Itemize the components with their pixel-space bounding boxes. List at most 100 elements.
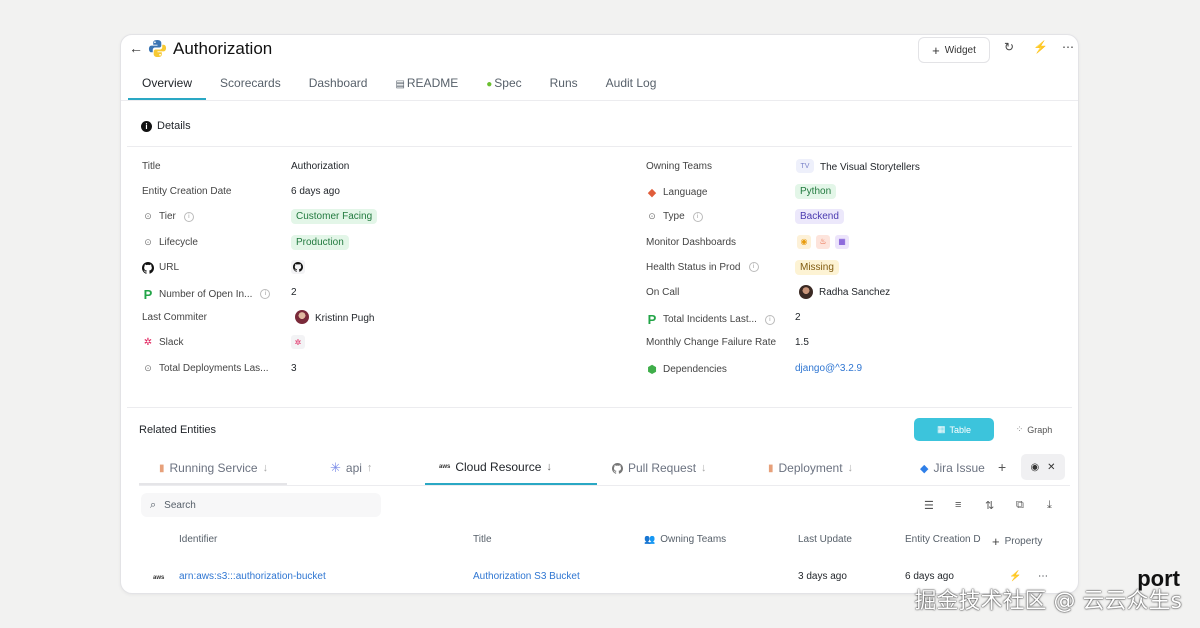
github-icon (142, 261, 154, 274)
property-row: ✲ Slack ✲ (142, 335, 612, 362)
property-value-wrap (291, 259, 305, 274)
tab-deployment[interactable]: ▮ Deployment ↓ (768, 451, 853, 485)
info-tooltip-icon[interactable]: i (764, 314, 775, 325)
prometheus-icon[interactable]: ♨ (816, 234, 830, 249)
info-tooltip-icon[interactable]: i (260, 289, 271, 300)
sort-icon[interactable]: ⇅ (985, 499, 994, 512)
column-header-entity-creation-date[interactable]: Entity Creation D (905, 534, 981, 545)
add-property-button[interactable]: + Property (991, 534, 1043, 549)
tab-runs[interactable]: Runs (536, 72, 592, 100)
back-arrow-icon[interactable]: ← (129, 40, 143, 56)
dependency-link[interactable]: django@^3.2.9 (795, 363, 862, 374)
property-row: URL (142, 259, 612, 287)
property-label: Total Deployments Las... (159, 362, 269, 374)
tab-running-service[interactable]: ▮ Running Service ↓ (159, 451, 268, 485)
eye-off-icon: ◉ (1030, 461, 1040, 473)
avatar (799, 284, 813, 299)
tab-scroll-indicator (139, 483, 287, 485)
add-widget-button[interactable]: + Widget (918, 37, 990, 63)
aws-row-icon: aws (153, 571, 164, 582)
column-header-owning-teams[interactable]: 👥 Owning Teams (644, 534, 726, 545)
slack-link-icon[interactable]: ✲ (291, 335, 305, 350)
copy-icon[interactable]: ⧉ (1016, 499, 1024, 512)
search-placeholder: Search (164, 499, 196, 511)
tab-label: Jira Issue (933, 461, 985, 475)
column-header-title[interactable]: Title (473, 534, 492, 545)
column-header-identifier[interactable]: Identifier (179, 534, 217, 545)
table-view-button[interactable]: ▦ Table (914, 418, 994, 441)
tab-scorecards[interactable]: Scorecards (206, 72, 295, 100)
tab-spec[interactable]: ● Spec (472, 72, 535, 100)
tab-api[interactable]: ✳ api ↑ (330, 451, 372, 485)
column-header-last-update[interactable]: Last Update (798, 534, 852, 545)
property-label: Owning Teams (646, 161, 712, 172)
list-icon[interactable]: ≡ (955, 499, 961, 511)
tab-jira-issue[interactable]: ◆ Jira Issue (920, 451, 985, 485)
lightning-actions-icon[interactable]: ⚡ (1033, 40, 1048, 54)
tab-pull-request[interactable]: Pull Request ↓ (612, 451, 707, 485)
info-tooltip-icon[interactable]: i (692, 211, 703, 222)
tab-cloud-resource[interactable]: aws Cloud Resource ↓ (425, 451, 597, 485)
page-title: Authorization (173, 39, 273, 58)
language-chip: Python (795, 184, 837, 200)
add-widget-label: Widget (944, 44, 976, 56)
arrow-down-icon: ↓ (262, 462, 269, 474)
tab-dashboard[interactable]: Dashboard (295, 72, 382, 100)
aws-icon: aws (439, 464, 451, 470)
document-icon: ▤ (395, 79, 405, 90)
graph-view-button[interactable]: ⁘ Graph (999, 418, 1069, 441)
property-value-wrap: Python (795, 184, 837, 200)
graph-view-label: Graph (1027, 424, 1053, 435)
property-value-wrap: Radha Sanchez (799, 284, 890, 299)
property-value: 6 days ago (291, 186, 340, 198)
property-label: Monthly Change Failure Rate (646, 337, 777, 349)
entity-tabs-divider (139, 485, 1070, 486)
property-label: Entity Creation Date (142, 186, 232, 198)
row-identifier-link[interactable]: arn:aws:s3:::authorization-bucket (179, 571, 326, 582)
tab-audit-log[interactable]: Audit Log (592, 72, 671, 100)
info-tooltip-icon[interactable]: i (748, 262, 759, 273)
row-more-icon[interactable]: ⋯ (1038, 571, 1048, 582)
property-label-wrap: ✲ Slack (142, 337, 184, 348)
more-options-icon[interactable]: ⋯ (1062, 40, 1074, 54)
arrow-down-icon: ↓ (847, 462, 854, 474)
filter-icon[interactable]: ☰ (924, 499, 934, 512)
add-tab-icon[interactable]: + (998, 459, 1006, 475)
search-icon: ⌕ (150, 498, 157, 511)
avatar (295, 310, 309, 325)
info-tooltip-icon[interactable]: i (183, 211, 194, 222)
property-row: Owning Teams TV The Visual Storytellers (646, 159, 1066, 186)
api-icon: ✳ (330, 460, 341, 475)
row-title-link[interactable]: Authorization S3 Bucket (473, 571, 580, 582)
target-icon: ⊙ (144, 211, 152, 222)
tab-label: Audit Log (605, 76, 657, 90)
hidden-tabs-button[interactable]: ◉ ✕ (1021, 454, 1065, 480)
property-row: Entity Creation Date 6 days ago (142, 186, 612, 211)
property-label: On Call (646, 286, 680, 298)
tab-readme[interactable]: ▤ README (381, 72, 472, 100)
tab-label: Runs (549, 76, 578, 90)
property-label-wrap: Health Status in Prod i (646, 262, 759, 273)
column-label: Owning Teams (660, 534, 727, 545)
tab-label: Cloud Resource (455, 460, 542, 474)
tab-label: README (406, 76, 459, 90)
add-property-label: Property (1004, 536, 1043, 547)
search-input[interactable]: ⌕ Search (141, 493, 381, 517)
property-value-wrap: Backend (795, 209, 844, 225)
deployment-icon: ▮ (768, 462, 774, 474)
close-icon[interactable]: ✕ (1047, 462, 1055, 473)
property-row: ⊙ Tier i Customer Facing (142, 209, 612, 236)
property-value-wrap: Customer Facing (291, 209, 378, 225)
top-bar: ← Authorization + Widget ↻ ⚡ ⋯ (121, 35, 1078, 63)
python-logo-icon (148, 39, 167, 58)
team-icon: 👥 (644, 534, 656, 544)
datadog-icon[interactable]: ▦ (835, 234, 849, 249)
row-actions-icon[interactable]: ⚡ (1009, 571, 1021, 582)
table-view-label: Table (949, 424, 972, 435)
section-divider (127, 407, 1072, 408)
tab-overview[interactable]: Overview (128, 72, 207, 100)
github-link-icon[interactable] (291, 259, 305, 274)
download-icon[interactable]: ⤓ (1047, 499, 1052, 512)
grafana-icon[interactable]: ◉ (797, 234, 811, 249)
refresh-icon[interactable]: ↻ (1004, 40, 1014, 54)
